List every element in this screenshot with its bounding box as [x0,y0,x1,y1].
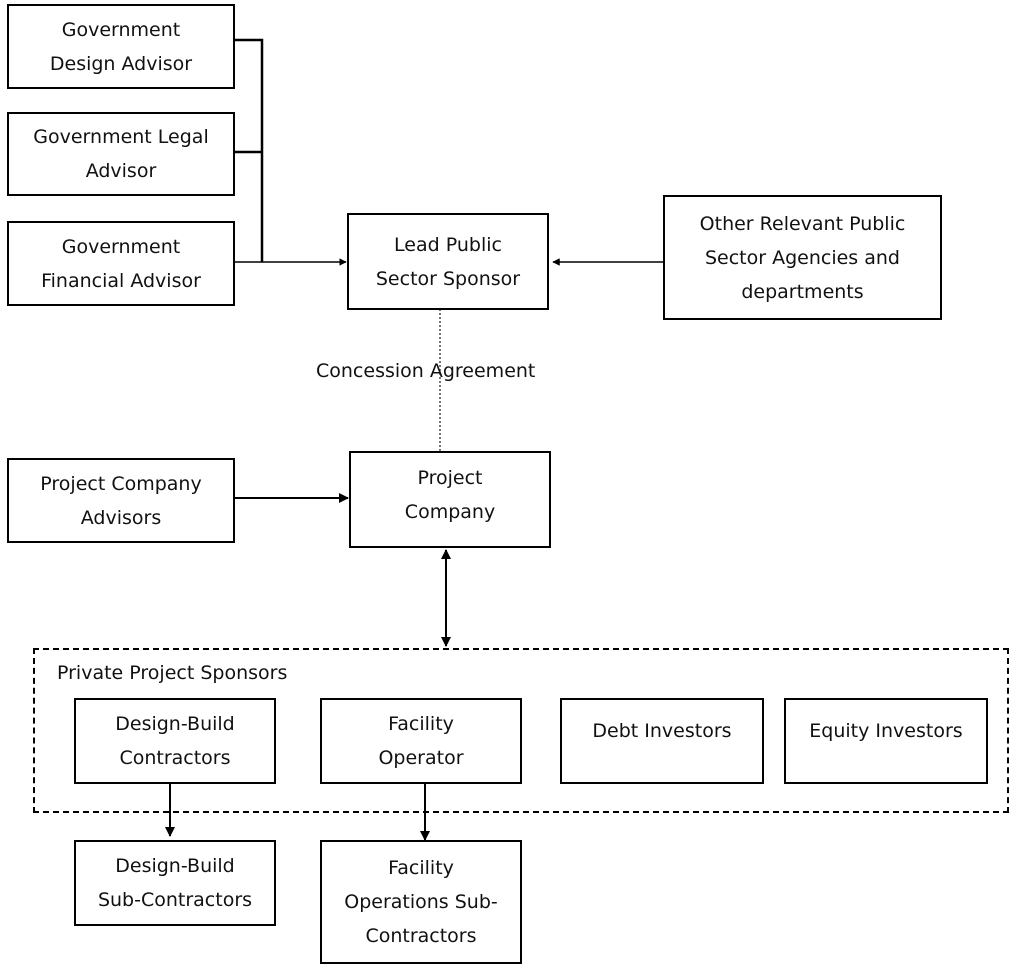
node-label: Design-Build [115,713,235,735]
node-label: Financial Advisor [41,269,201,292]
node-label: Facility [388,713,454,735]
node-label: Company [404,501,496,523]
node-label: Sector Sponsor [375,267,521,290]
node-label: Project [417,467,483,489]
node-gov-legal-advisor[interactable]: Government Legal Advisor [7,112,235,196]
node-label: Advisors [80,506,162,529]
node-lead-public-sector-sponsor[interactable]: Lead Public Sector Sponsor [347,213,549,310]
node-debt-investors[interactable]: Debt Investors [560,698,764,784]
node-label: Debt Investors [592,720,732,742]
node-label: Lead Public [394,233,502,256]
node-equity-investors[interactable]: Equity Investors [784,698,988,784]
node-label: Government [61,18,181,41]
node-label: Design Advisor [49,52,193,75]
node-gov-financial-advisor[interactable]: Government Financial Advisor [7,221,235,306]
node-label: Other Relevant Public [699,212,906,235]
node-gov-design-advisor[interactable]: Government Design Advisor [7,4,235,89]
node-facility-operations-subcontractors[interactable]: Facility Operations Sub- Contractors [320,840,522,964]
node-label: departments [741,280,864,303]
node-label: Sector Agencies and [704,246,900,269]
node-label: Government [61,235,181,258]
node-other-public-agencies[interactable]: Other Relevant Public Sector Agencies and… [663,195,942,320]
node-label: Operator [378,747,464,769]
node-project-company-advisors[interactable]: Project Company Advisors [7,458,235,543]
node-label: Project Company [40,472,202,495]
concession-agreement-label: Concession Agreement [316,360,536,382]
node-label: Facility [388,857,454,879]
node-facility-operator[interactable]: Facility Operator [320,698,522,784]
node-label: Contractors [119,747,231,769]
node-label: Design-Build [115,855,235,877]
node-design-build-contractors[interactable]: Design-Build Contractors [74,698,276,784]
node-design-build-subcontractors[interactable]: Design-Build Sub-Contractors [74,840,276,926]
node-project-company[interactable]: Project Company [349,451,551,548]
node-label: Government Legal [33,126,209,148]
node-label: Sub-Contractors [97,889,253,911]
private-project-sponsors-label: Private Project Sponsors [57,662,288,684]
node-label: Advisor [85,160,157,182]
node-label: Operations Sub- [344,891,498,913]
node-label: Contractors [365,925,477,947]
node-label: Equity Investors [809,720,963,742]
